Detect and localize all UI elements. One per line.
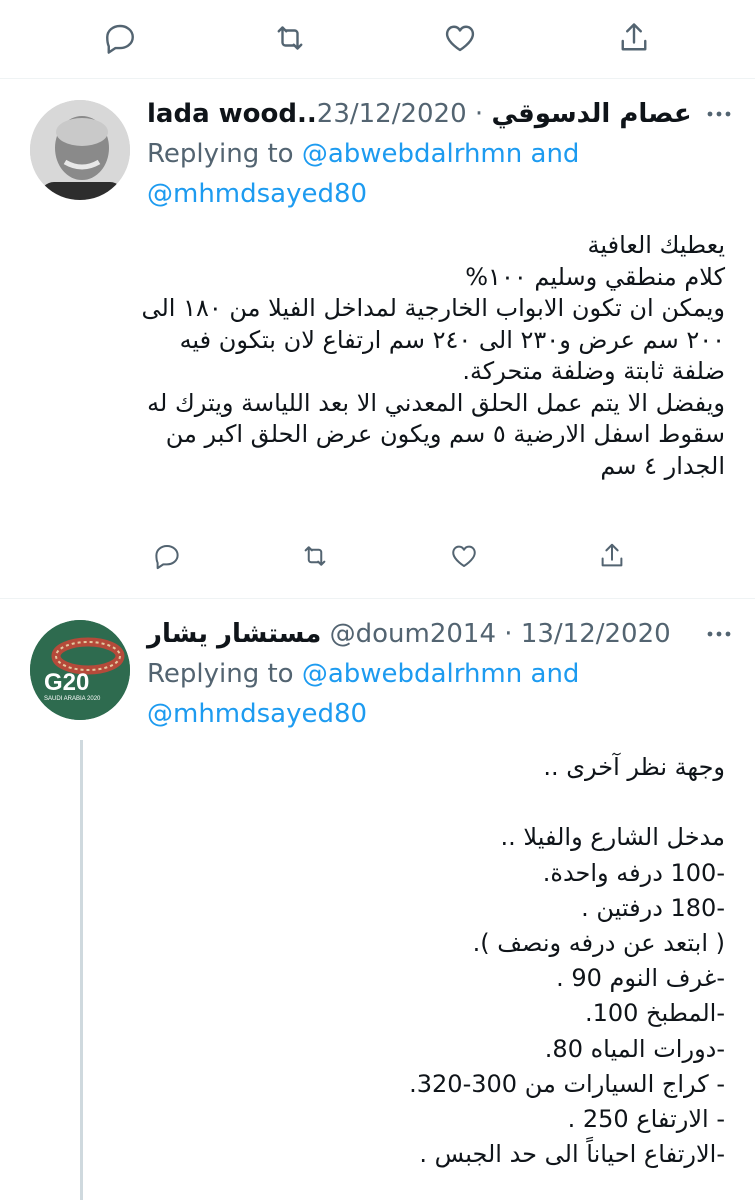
replying-prefix: Replying to — [147, 139, 302, 169]
mention-link[interactable]: @abwebdalrhmn — [302, 659, 522, 689]
thread-line — [80, 740, 83, 1200]
mention-link[interactable]: @mhmdsayed80 — [147, 179, 367, 209]
avatar-logo-text: G20 — [44, 669, 89, 696]
avatar[interactable] — [30, 100, 130, 200]
tweet-date[interactable]: 13/12/2020 — [521, 619, 671, 649]
replying-and: and — [522, 659, 580, 689]
previous-tweet-actions — [0, 0, 755, 78]
tweet-text: وجهة نظر آخرى .. مدخل الشارع والفيلا .. … — [409, 753, 725, 1169]
tweet-date[interactable]: 23/12/2020 — [317, 99, 467, 129]
retweet-icon[interactable] — [295, 536, 335, 576]
replying-to: Replying to @abwebdalrhmn and @mhmdsayed… — [147, 134, 707, 214]
user-handle[interactable]: @doum2014 — [330, 619, 496, 649]
separator: · — [496, 619, 521, 649]
replying-prefix: Replying to — [147, 659, 302, 689]
mention-link[interactable]: @abwebdalrhmn — [302, 139, 522, 169]
tweet-card[interactable]: G20 SAUDI ARABIA 2020 مستشار يشار @doum2… — [0, 598, 755, 1200]
tweet-card[interactable]: lada wood..عصام الدسوقي · 23/12/2020 Rep… — [0, 78, 755, 598]
reply-icon[interactable] — [100, 18, 140, 58]
more-options-icon[interactable] — [701, 96, 737, 132]
more-options-icon[interactable] — [701, 616, 737, 652]
share-icon[interactable] — [614, 18, 654, 58]
user-display-name[interactable]: مستشار يشار — [147, 619, 321, 649]
like-icon[interactable] — [440, 18, 480, 58]
replying-and: and — [522, 139, 580, 169]
avatar-logo-subtext: SAUDI ARABIA 2020 — [44, 696, 101, 702]
tweet-actions — [147, 536, 637, 576]
separator: · — [466, 99, 492, 129]
replying-to: Replying to @abwebdalrhmn and @mhmdsayed… — [147, 654, 707, 734]
share-icon[interactable] — [592, 536, 632, 576]
tweet-text: يعطيك العافية كلام منطقي وسليم ١٠٠% ويمك… — [141, 231, 725, 480]
like-icon[interactable] — [444, 536, 484, 576]
retweet-icon[interactable] — [270, 18, 310, 58]
reply-icon[interactable] — [147, 536, 187, 576]
mention-link[interactable]: @mhmdsayed80 — [147, 699, 367, 729]
avatar[interactable]: G20 SAUDI ARABIA 2020 — [30, 620, 130, 720]
